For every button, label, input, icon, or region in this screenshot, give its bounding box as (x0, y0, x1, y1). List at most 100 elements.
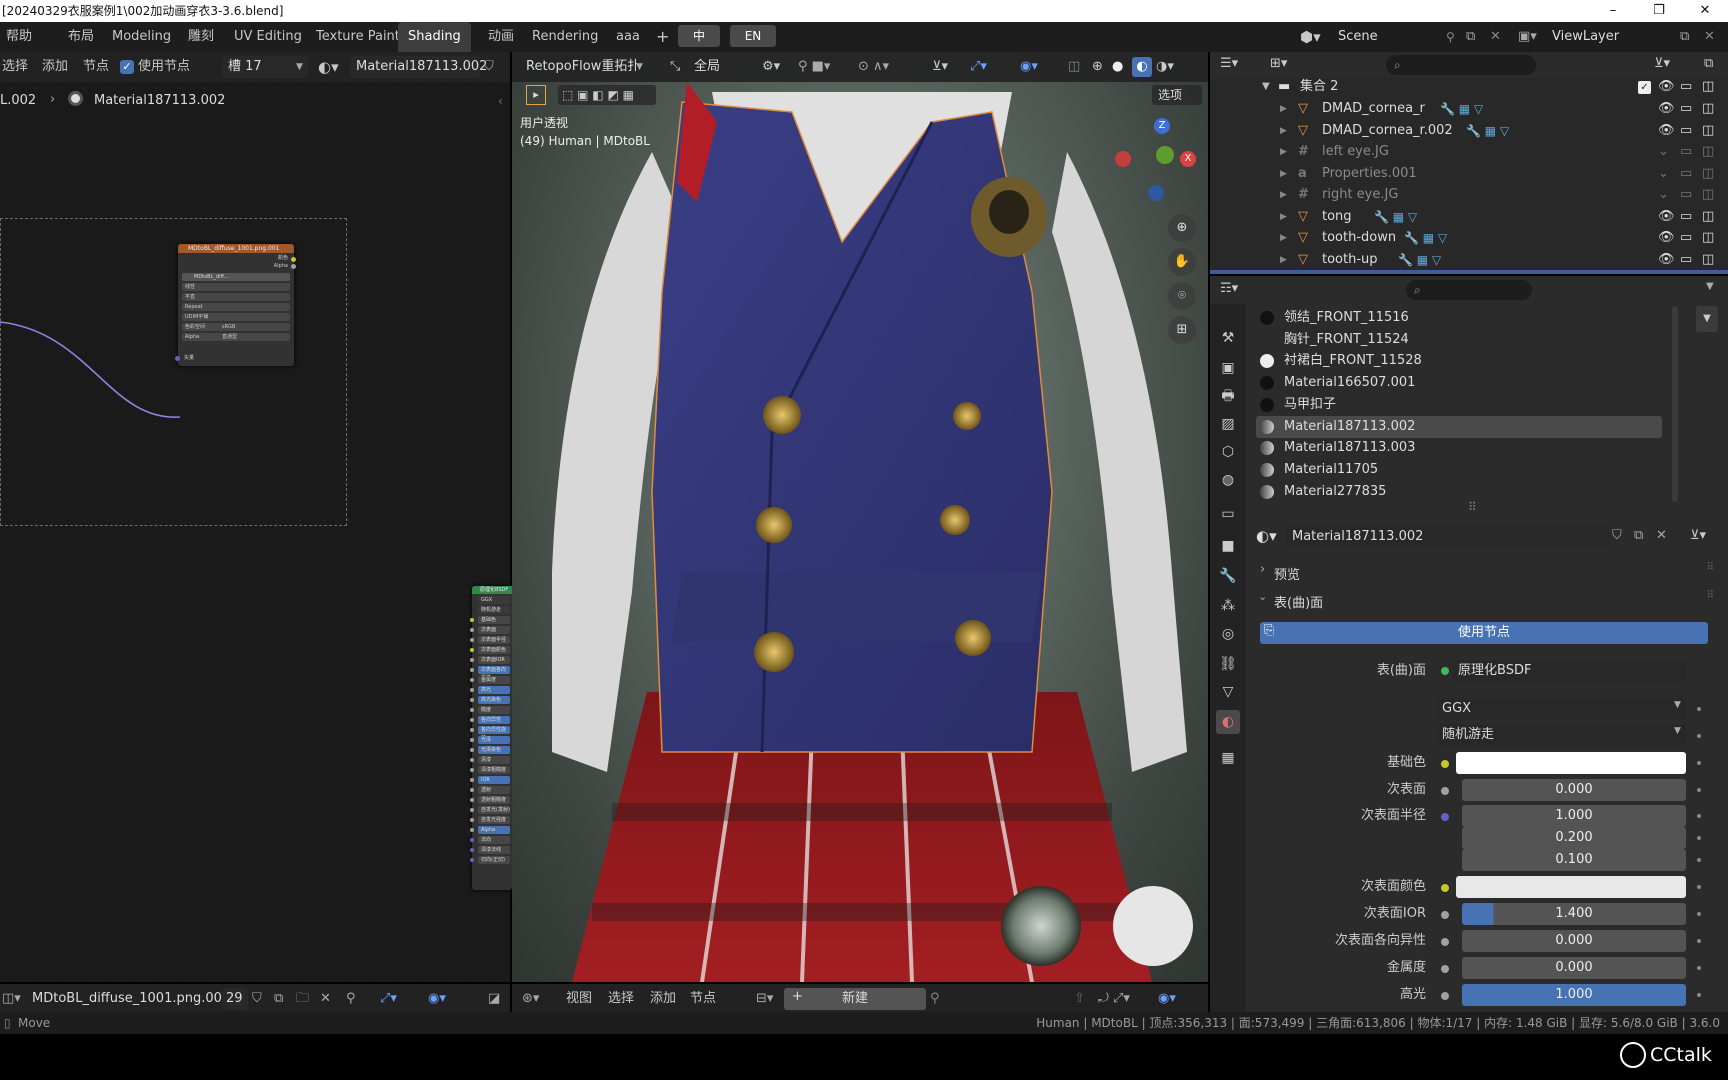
overlay-icon[interactable]: ◉▾ (1020, 52, 1038, 82)
workspace-tab[interactable]: UV Editing (234, 22, 302, 52)
outliner-collection-row[interactable]: ▼ ▬ 集合 2 ✓ 👁 ▭ ◫ (1210, 76, 1728, 98)
new-collection-icon[interactable]: ⧉ (1704, 56, 1713, 71)
help-menu[interactable]: 帮助 (6, 22, 32, 52)
keyframe-dot-icon[interactable] (1697, 836, 1701, 840)
bsdf-input-socket[interactable] (470, 728, 474, 732)
bsdf-node-row[interactable]: 次表面颜色 (470, 646, 510, 654)
alpha-output-socket[interactable] (291, 264, 296, 269)
param-socket-icon[interactable] (1441, 760, 1449, 768)
eye-icon[interactable]: 👁 (1658, 206, 1675, 228)
value-field[interactable]: 1.000 (1462, 805, 1686, 827)
bsdf-input-socket[interactable] (470, 628, 474, 632)
material-slot-item[interactable]: 胸针_FRONT_11524 (1256, 329, 1662, 351)
lang-en-button[interactable]: EN (730, 25, 776, 47)
pivot-icon[interactable]: ⚙▾ (762, 52, 780, 82)
principled-bsdf-node[interactable]: 原理化BSDF GGX 随机游走 基础色 次表面 次表面半径 次表面颜色 次表面IOR 次表面… (470, 586, 512, 890)
funnel-icon[interactable]: ⊻▾ (1654, 56, 1670, 71)
unlink-icon[interactable]: ✕ (320, 984, 331, 1014)
value-field[interactable]: 0.000 (1462, 957, 1686, 979)
bsdf-node-row[interactable]: 光泽染色 (470, 746, 510, 754)
image-node-row[interactable]: 平直 (182, 293, 290, 301)
bsdf-node-row[interactable]: 自发光(发射) (470, 806, 510, 814)
bsdf-node-row[interactable]: 次表面各向异性 (470, 666, 510, 681)
bsdf-input-socket[interactable] (470, 648, 474, 652)
preview-panel-header[interactable]: › 预览 ⠿ (1258, 562, 1714, 586)
bsdf-input-socket[interactable] (470, 758, 474, 762)
bsdf-node-row[interactable]: 透射粗糙度 (470, 796, 510, 804)
options-dropdown[interactable]: 选项 (1152, 85, 1202, 105)
bsdf-node-row[interactable]: 法向 (470, 836, 510, 844)
render-camera-icon[interactable]: ◫ (1702, 184, 1714, 206)
render-camera-icon[interactable]: ◫ (1702, 98, 1714, 120)
material-browse-icon[interactable]: ◐▾ (1256, 527, 1277, 545)
backdrop-icon[interactable]: ◪ (488, 984, 500, 1014)
viewport-disable-icon[interactable]: ▭ (1680, 76, 1692, 98)
eye-icon[interactable]: 👁 (1658, 249, 1675, 271)
modifier-icon[interactable]: 🔧 ▦ ▽ (1374, 206, 1417, 228)
bsdf-input-socket[interactable] (470, 708, 474, 712)
particles-icon[interactable]: ⁂ (1216, 594, 1240, 618)
constraints-icon[interactable]: ⛓ (1216, 652, 1240, 676)
viewport-disable-icon[interactable]: ▭ (1680, 98, 1692, 120)
remove-scene-icon[interactable]: ✕ (1490, 22, 1501, 52)
add-workspace-icon[interactable]: + (656, 22, 669, 52)
viewport-disable-icon[interactable]: ▭ (1680, 206, 1692, 228)
bsdf-input-socket[interactable] (470, 798, 474, 802)
expand-arrow-icon[interactable]: ▼ (1262, 76, 1270, 98)
keyframe-dot-icon[interactable] (1697, 734, 1701, 738)
filter-icon[interactable]: ⊞▾ (1270, 56, 1287, 71)
material-browse-icon[interactable]: ◐▾ (318, 52, 339, 82)
drag-handle-icon[interactable]: ⠿ (1707, 590, 1714, 601)
eye-icon[interactable]: 👁 (1658, 98, 1675, 120)
keyframe-dot-icon[interactable] (1697, 939, 1701, 943)
eye-closed-icon[interactable]: ⌄ (1658, 163, 1669, 185)
3d-viewport[interactable]: Z X ⊕ ✋ ⌾ ⊞ 用户透视 (49) Human | MDtoBL (512, 52, 1208, 982)
footer-add-menu[interactable]: 添加 (650, 984, 676, 1014)
bsdf-node-row[interactable]: IOR (470, 776, 510, 784)
expand-arrow-icon[interactable]: ▶ (1280, 227, 1287, 249)
snap-icon[interactable]: ⤾ ⤢▾ (1098, 984, 1130, 1014)
display-mode-icon[interactable]: ☰▾ (1220, 56, 1238, 71)
transform-orientation-dropdown[interactable]: 全局 (688, 56, 758, 78)
render-camera-icon[interactable]: ◫ (1702, 249, 1714, 271)
collection-icon[interactable]: ▭ (1216, 502, 1240, 526)
modifier-icon[interactable]: 🔧 ▦ ▽ (1440, 98, 1483, 120)
navigation-gizmo[interactable]: Z X (1110, 110, 1200, 201)
viewport-disable-icon[interactable]: ▭ (1680, 227, 1692, 249)
surface-panel-header[interactable]: ⌄ 表(曲)面 ⠿ (1258, 590, 1714, 614)
node-add-menu[interactable]: 添加 (42, 52, 68, 82)
keyframe-dot-icon[interactable] (1697, 885, 1701, 889)
bsdf-node-row[interactable]: 清漆法线 (470, 846, 510, 854)
new-scene-icon[interactable]: ⧉ (1466, 22, 1475, 52)
physics-icon[interactable]: ◎ (1216, 622, 1240, 646)
remove-viewlayer-icon[interactable]: ✕ (1704, 22, 1715, 52)
material-shading-icon[interactable]: ◐ (1132, 57, 1152, 77)
bsdf-node-row[interactable]: 透射 (470, 786, 510, 794)
image-node-row[interactable]: UDIM平铺 (182, 313, 290, 321)
modifier-icon[interactable]: 🔧 ▦ ▽ (1466, 120, 1509, 142)
eye-closed-icon[interactable]: ⌄ (1658, 141, 1669, 163)
expand-arrow-icon[interactable]: ▶ (1280, 206, 1287, 228)
fake-user-icon[interactable]: ⛉ (1612, 528, 1622, 543)
material-slot-item[interactable]: Material187113.002 (1256, 415, 1662, 438)
bsdf-input-socket[interactable] (470, 808, 474, 812)
keyframe-dot-icon[interactable] (1697, 707, 1701, 711)
viewlayer-icon[interactable]: ▣▾ (1518, 22, 1537, 52)
color-swatch[interactable] (1456, 876, 1686, 898)
bsdf-input-socket[interactable] (470, 788, 474, 792)
solid-shading-icon[interactable]: ● (1112, 52, 1123, 82)
output-icon[interactable]: 🖶 (1216, 384, 1240, 408)
surface-shader-field[interactable]: 原理化BSDF (1452, 660, 1686, 682)
bsdf-input-socket[interactable] (470, 838, 474, 842)
render-camera-icon[interactable]: ◫ (1702, 227, 1714, 249)
viewport-disable-icon[interactable]: ▭ (1680, 120, 1692, 142)
link-dropdown-icon[interactable]: ⊻▾ (1690, 528, 1706, 543)
exclude-checkbox[interactable]: ✓ (1638, 81, 1651, 94)
minimize-icon[interactable]: – (1590, 0, 1636, 22)
keyframe-dot-icon[interactable] (1697, 761, 1701, 765)
image-node-row[interactable]: 色彩空间 sRGB (182, 323, 290, 331)
value-field[interactable]: 1.400 (1462, 903, 1686, 925)
bsdf-node-row[interactable]: 基础色 (470, 616, 510, 624)
eye-icon[interactable]: 👁 (1658, 76, 1675, 98)
lang-zh-button[interactable]: 中 (678, 25, 720, 47)
